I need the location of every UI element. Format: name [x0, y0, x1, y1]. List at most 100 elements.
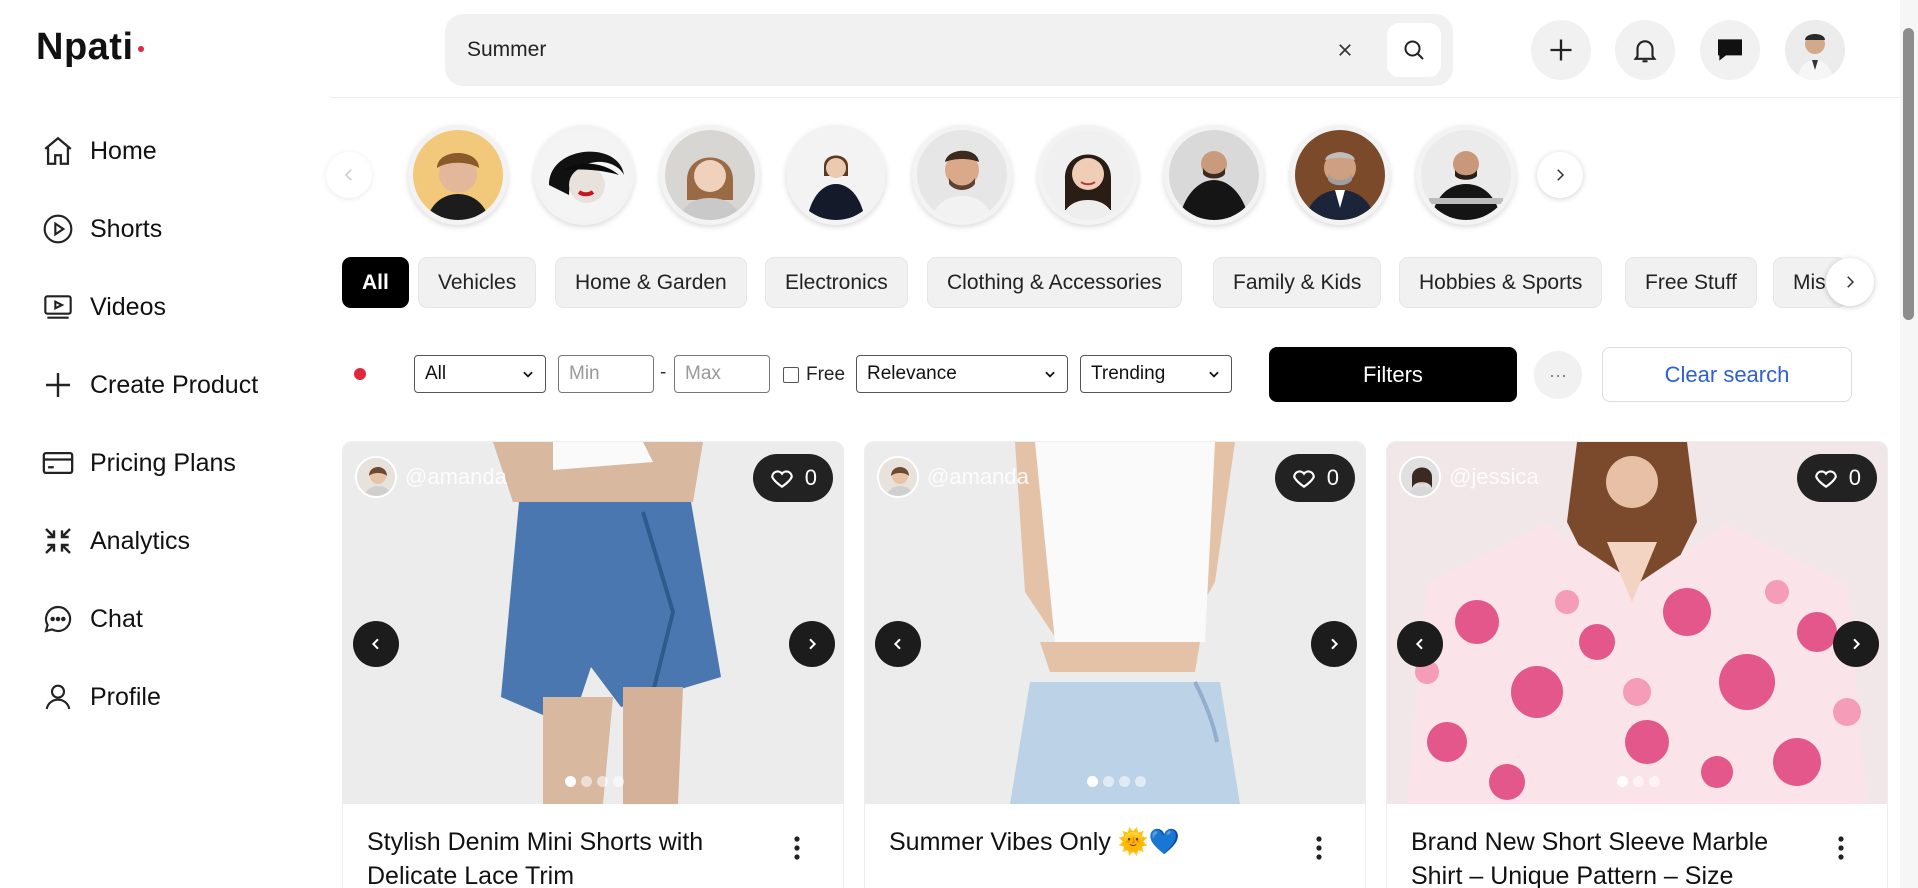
category-select[interactable]: All: [414, 355, 546, 393]
like-button[interactable]: 0: [1274, 454, 1355, 502]
image-next-button[interactable]: [1311, 621, 1357, 667]
sort-select[interactable]: Relevance: [856, 355, 1068, 393]
story-avatar[interactable]: [1038, 125, 1138, 225]
product-image[interactable]: @jessica 0: [1387, 442, 1887, 804]
sidebar-item-pricing-plans[interactable]: Pricing Plans: [40, 424, 258, 502]
seller-username[interactable]: @amanda: [927, 464, 1029, 490]
product-title[interactable]: Summer Vibes Only 🌞💙: [889, 825, 1289, 859]
category-chip-vehicles[interactable]: Vehicles: [418, 257, 537, 308]
sidebar-item-shorts[interactable]: Shorts: [40, 190, 258, 268]
image-next-button[interactable]: [1833, 621, 1879, 667]
image-prev-button[interactable]: [353, 621, 399, 667]
more-options-button[interactable]: ···: [1534, 351, 1582, 399]
category-chip-clothing-accessories[interactable]: Clothing & Accessories: [927, 257, 1182, 308]
more-vertical-icon[interactable]: [1307, 832, 1331, 864]
category-chip-electronics[interactable]: Electronics: [765, 257, 908, 308]
seller-avatar[interactable]: [355, 456, 397, 498]
like-button[interactable]: 0: [752, 454, 833, 502]
product-title[interactable]: Brand New Short Sleeve Marble Shirt – Un…: [1411, 825, 1811, 888]
seller-username[interactable]: @amanda: [405, 464, 507, 490]
seller-avatar[interactable]: [877, 456, 919, 498]
checkbox-icon[interactable]: [783, 367, 799, 383]
pagination-dot[interactable]: [1632, 776, 1644, 787]
product-card[interactable]: @amanda 0 Stylish Denim Mini Shorts with…: [342, 441, 844, 888]
sidebar-item-label: Videos: [90, 292, 166, 321]
pagination-dot[interactable]: [564, 776, 576, 787]
seller-info[interactable]: @amanda: [355, 456, 507, 498]
pagination-dot[interactable]: [1134, 776, 1146, 787]
pagination-dot[interactable]: [1648, 776, 1660, 787]
seller-avatar[interactable]: [1399, 456, 1441, 498]
home-icon: [40, 133, 76, 169]
credit-card-icon: [40, 445, 76, 481]
search-button[interactable]: [1387, 23, 1441, 77]
seller-username[interactable]: @jessica: [1449, 464, 1539, 490]
notifications-button[interactable]: [1615, 20, 1675, 80]
image-prev-button[interactable]: [1397, 621, 1443, 667]
sidebar-item-chat[interactable]: Chat: [40, 580, 258, 658]
logo[interactable]: Npati: [36, 26, 134, 69]
messages-button[interactable]: [1700, 20, 1760, 80]
category-chip-free-stuff[interactable]: Free Stuff: [1625, 257, 1757, 308]
pagination-dot[interactable]: [596, 776, 608, 787]
chevron-down-icon: [1045, 371, 1055, 378]
more-vertical-icon[interactable]: [785, 832, 809, 864]
category-chip-hobbies-sports[interactable]: Hobbies & Sports: [1399, 257, 1603, 308]
more-vertical-icon[interactable]: [1829, 832, 1853, 864]
stories-prev-button[interactable]: [326, 152, 372, 198]
filters-button[interactable]: Filters: [1269, 347, 1517, 402]
pagination-dot[interactable]: [580, 776, 592, 787]
story-avatar[interactable]: [660, 125, 760, 225]
plus-icon: [1550, 39, 1572, 61]
like-count: 0: [804, 465, 817, 490]
sidebar-item-profile[interactable]: Profile: [40, 658, 258, 736]
avatar[interactable]: [1785, 20, 1845, 80]
search-input[interactable]: [467, 32, 1267, 68]
seller-info[interactable]: @amanda: [877, 456, 1029, 498]
create-button[interactable]: [1531, 20, 1591, 80]
free-checkbox[interactable]: Free: [783, 364, 845, 386]
chevron-down-icon: [523, 371, 533, 378]
seller-info[interactable]: @jessica: [1399, 456, 1539, 498]
product-card[interactable]: @amanda 0 Summer Vibes Only 🌞💙: [864, 441, 1366, 888]
story-avatar[interactable]: [786, 125, 886, 225]
clear-search-button[interactable]: Clear search: [1602, 347, 1852, 402]
story-avatar[interactable]: [408, 125, 508, 225]
chevron-right-icon: [1331, 638, 1339, 650]
product-title[interactable]: Stylish Denim Mini Shorts with Delicate …: [367, 825, 767, 888]
clear-search-icon[interactable]: [1331, 36, 1359, 64]
sidebar-item-videos[interactable]: Videos: [40, 268, 258, 346]
image-next-button[interactable]: [789, 621, 835, 667]
scrollbar-thumb[interactable]: [1903, 28, 1914, 320]
categories-next-button[interactable]: [1826, 258, 1874, 306]
min-price-input[interactable]: [558, 355, 654, 393]
sidebar-item-label: Analytics: [90, 526, 191, 555]
story-avatar[interactable]: [912, 125, 1012, 225]
story-avatar[interactable]: [1416, 125, 1516, 225]
mode-select[interactable]: Trending: [1080, 355, 1232, 393]
pagination-dot[interactable]: [1616, 776, 1628, 787]
stories-next-button[interactable]: [1537, 152, 1583, 198]
pagination-dot[interactable]: [1102, 776, 1114, 787]
like-button[interactable]: 0: [1796, 454, 1877, 502]
story-avatar[interactable]: [1164, 125, 1264, 225]
pagination-dot[interactable]: [1086, 776, 1098, 787]
product-image[interactable]: @amanda 0: [343, 442, 843, 804]
category-chip-all[interactable]: All: [342, 257, 409, 308]
sidebar-item-home[interactable]: Home: [40, 112, 258, 190]
category-chip-home-garden[interactable]: Home & Garden: [555, 257, 747, 308]
category-chip-family-kids[interactable]: Family & Kids: [1213, 257, 1382, 308]
range-separator: -: [660, 362, 667, 383]
pagination-dot[interactable]: [1118, 776, 1130, 787]
product-card[interactable]: @jessica 0 Brand New Short Sleeve Marble…: [1386, 441, 1888, 888]
story-avatar[interactable]: [534, 125, 634, 225]
pagination-dot[interactable]: [612, 776, 624, 787]
product-image[interactable]: @amanda 0: [865, 442, 1365, 804]
sidebar-item-create-product[interactable]: Create Product: [40, 346, 258, 424]
max-price-input[interactable]: [674, 355, 770, 393]
story-avatar[interactable]: [1290, 125, 1390, 225]
sidebar-item-analytics[interactable]: Analytics: [40, 502, 258, 580]
page-scrollbar[interactable]: [1900, 0, 1918, 888]
search-icon: [1404, 40, 1424, 60]
image-prev-button[interactable]: [875, 621, 921, 667]
